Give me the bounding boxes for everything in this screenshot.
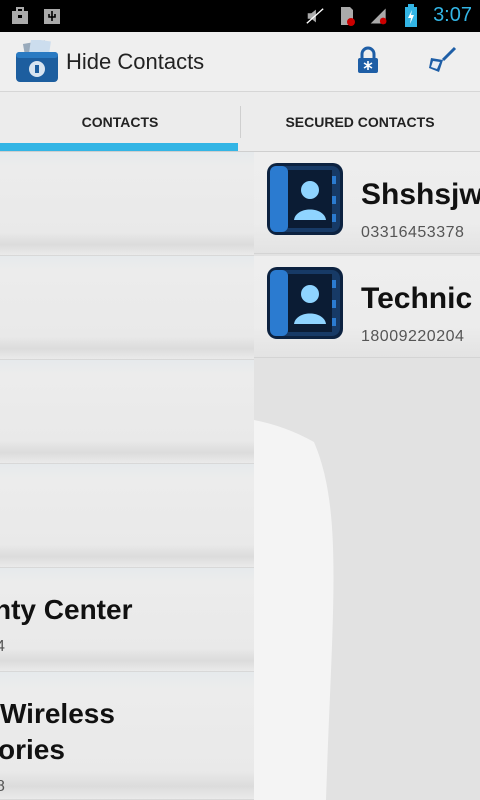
action-bar: Hide Contacts: [0, 32, 480, 92]
usb-icon: [42, 6, 62, 26]
contact-name: Wireless: [0, 698, 115, 729]
list-item[interactable]: Technic 18009220204: [254, 256, 480, 358]
status-bar: 3:07: [0, 0, 480, 32]
tab-secured-contacts[interactable]: SECURED CONTACTS: [240, 92, 480, 152]
tab-bar: CONTACTS SECURED CONTACTS: [0, 92, 480, 152]
secured-contact-number: 03316453378: [361, 224, 465, 241]
content: nty Center 4 Wireless ories 8: [0, 152, 480, 800]
secured-contact-name: Shshsjw: [361, 178, 480, 211]
contacts-book-icon: [266, 162, 344, 236]
background-watermark: [254, 420, 334, 800]
list-item[interactable]: [0, 464, 254, 568]
contact-name-line2: ories: [0, 734, 65, 765]
mute-icon: [305, 6, 325, 26]
list-item[interactable]: Shshsjw 03316453378: [254, 152, 480, 254]
list-item[interactable]: [0, 256, 254, 360]
lock-button[interactable]: [348, 44, 388, 80]
battery-icon: [401, 3, 421, 27]
clock: 3:07: [433, 4, 472, 26]
broom-icon: [427, 46, 457, 79]
secured-contacts-list[interactable]: Shshsjw 03316453378 Technic 18009220204: [254, 152, 480, 800]
list-item[interactable]: [0, 360, 254, 464]
list-item[interactable]: [0, 152, 254, 256]
secured-contact-number: 18009220204: [361, 328, 465, 345]
clean-button[interactable]: [422, 44, 462, 80]
list-item[interactable]: Wireless ories 8: [0, 672, 254, 800]
contacts-list[interactable]: nty Center 4 Wireless ories 8: [0, 152, 254, 800]
lock-icon: [357, 46, 379, 79]
briefcase-icon: [10, 6, 30, 26]
contact-number: 4: [0, 638, 5, 656]
contact-name: nty Center: [0, 594, 133, 625]
tab-indicator: [0, 143, 238, 151]
signal-icon: [369, 6, 389, 26]
app-logo-icon[interactable]: [14, 38, 60, 84]
secured-contact-name: Technic: [361, 282, 473, 315]
app-title: Hide Contacts: [66, 49, 205, 74]
contact-number: 8: [0, 778, 5, 796]
contacts-book-icon: [266, 266, 344, 340]
sd-card-alert-icon: [337, 6, 357, 26]
list-item[interactable]: nty Center 4: [0, 568, 254, 672]
